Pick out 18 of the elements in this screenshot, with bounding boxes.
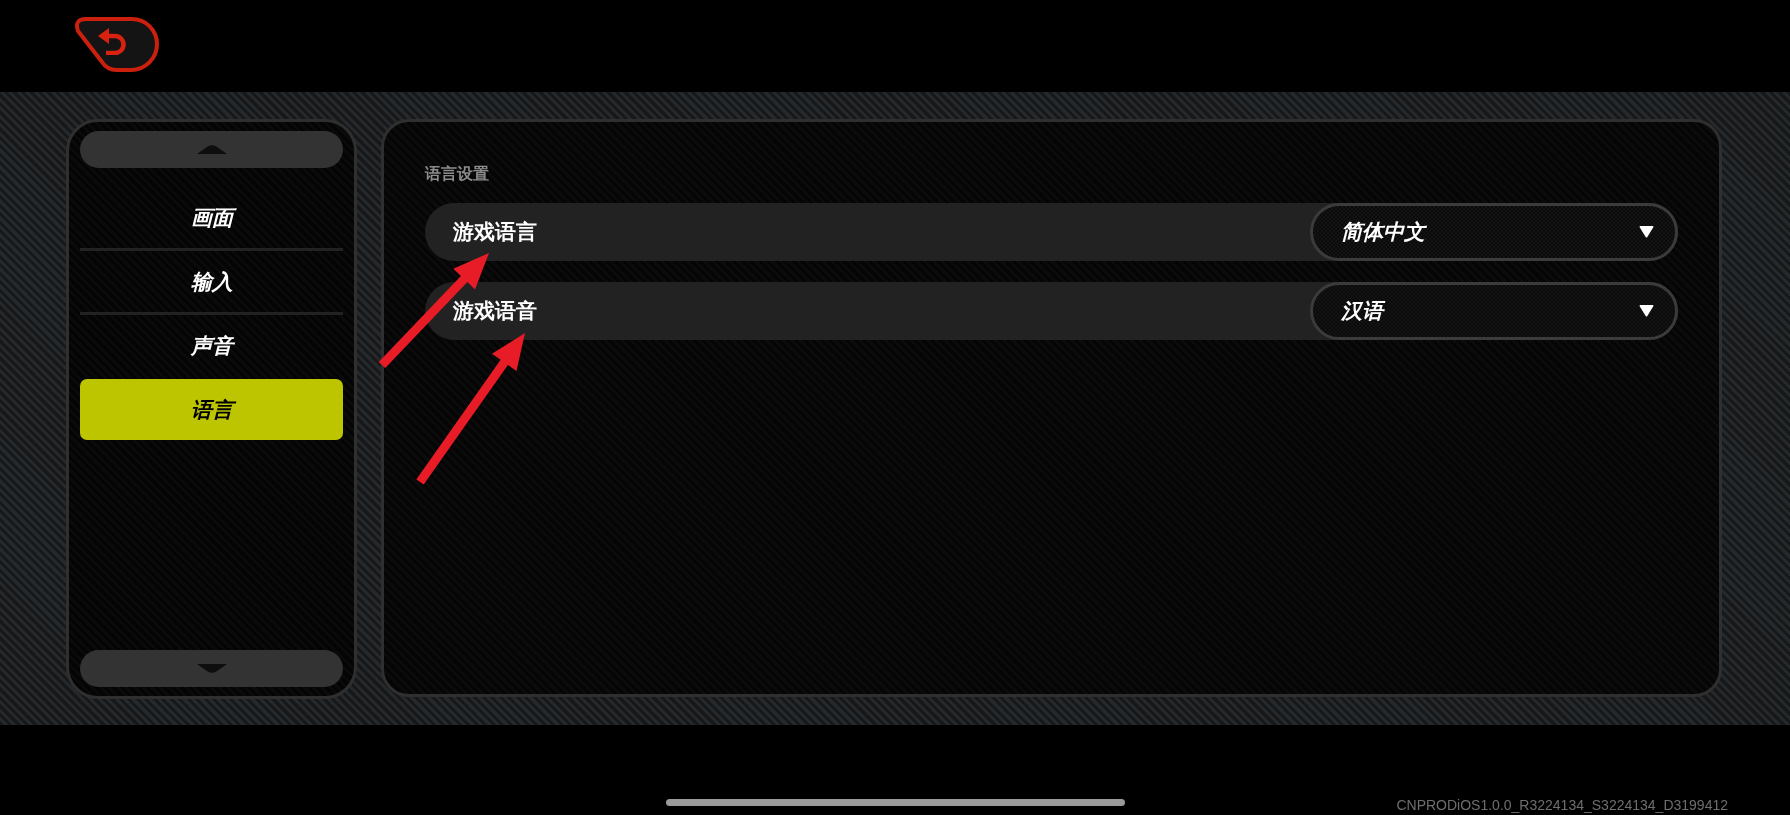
sidebar-tab[interactable]: 声音 xyxy=(80,315,343,376)
back-icon xyxy=(98,28,126,55)
sidebar-tab[interactable]: 语言 xyxy=(80,379,343,440)
section-title: 语言设置 xyxy=(425,164,489,184)
scroll-down-button[interactable] xyxy=(80,650,343,687)
caret-up-icon xyxy=(196,145,227,154)
dropdown[interactable]: 汉语 xyxy=(1310,282,1678,340)
setting-label: 游戏语音 xyxy=(453,298,537,325)
caret-down-icon xyxy=(1639,226,1654,238)
dropdown[interactable]: 简体中文 xyxy=(1310,203,1678,261)
caret-down-icon xyxy=(196,664,227,673)
sidebar-tab[interactable]: 输入 xyxy=(80,251,343,312)
version-text: CNPRODiOS1.0.0_R3224134_S3224134_D3199412 xyxy=(1396,797,1728,813)
caret-down-icon xyxy=(1639,305,1654,317)
sidebar-tab[interactable]: 画面 xyxy=(80,187,343,248)
setting-label: 游戏语言 xyxy=(453,219,537,246)
scroll-up-button[interactable] xyxy=(80,131,343,168)
back-button[interactable] xyxy=(73,16,159,73)
